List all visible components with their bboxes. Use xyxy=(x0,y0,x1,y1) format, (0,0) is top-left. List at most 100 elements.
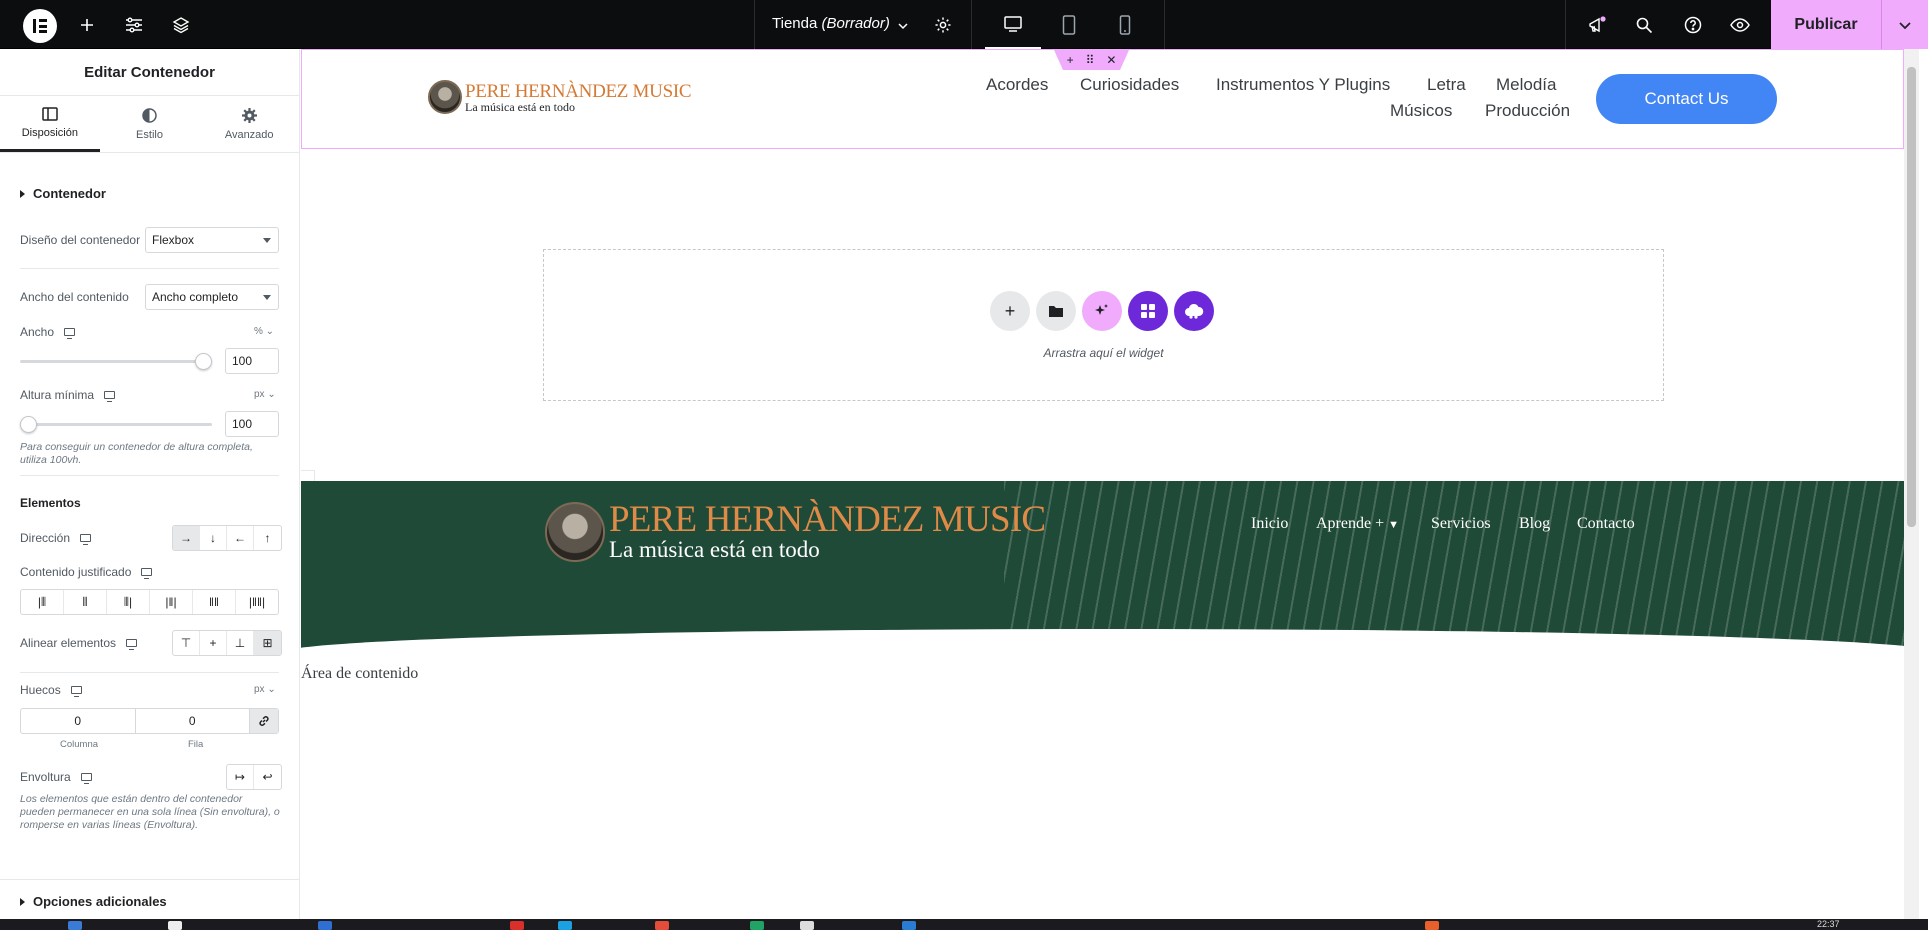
footer-nav-blog[interactable]: Blog xyxy=(1519,515,1550,533)
editor-panel: Editar Contenedor Disposición Estilo Ava… xyxy=(0,49,300,930)
taskbar-app-icon[interactable] xyxy=(902,921,916,930)
structure-layers-icon[interactable] xyxy=(168,12,194,38)
taskbar-app-icon[interactable] xyxy=(1425,921,1439,930)
taskbar-app-icon[interactable] xyxy=(750,921,764,930)
taskbar-app-icon[interactable] xyxy=(510,921,524,930)
publish-button[interactable]: Publicar xyxy=(1771,0,1881,49)
direction-row-arrow-right-icon[interactable]: → xyxy=(173,526,200,550)
footer-nav-servicios[interactable]: Servicios xyxy=(1431,515,1491,533)
direction-row-reverse-arrow-left-icon[interactable]: ← xyxy=(227,526,254,550)
taskbar-app-icon[interactable] xyxy=(800,921,814,930)
slider-handle[interactable] xyxy=(20,416,37,433)
gap-column-input[interactable]: 0 xyxy=(21,709,136,733)
chevron-down-icon[interactable] xyxy=(890,13,916,39)
tab-layout[interactable]: Disposición xyxy=(0,96,100,152)
justify-space-between-icon[interactable]: |‖| xyxy=(150,590,193,614)
elementor-logo-icon[interactable] xyxy=(23,9,57,43)
min-height-input[interactable]: 100 xyxy=(225,411,279,437)
footer-hero-banner: PERE HERNÀNDEZ MUSIC La música está en t… xyxy=(301,481,1904,667)
close-icon[interactable]: ✕ xyxy=(1106,53,1116,67)
width-input[interactable]: 100 xyxy=(225,348,279,374)
ai-sparkle-icon[interactable] xyxy=(1082,291,1122,331)
justify-start-icon[interactable]: |⫴ xyxy=(21,590,64,614)
kit-library-grid-icon[interactable] xyxy=(1128,291,1168,331)
canvas-scrollbar[interactable] xyxy=(1904,49,1919,919)
content-width-select[interactable]: Ancho completo xyxy=(145,284,279,310)
add-element-icon[interactable] xyxy=(74,12,100,38)
widget-drop-zone[interactable]: + Arrastra aquí el widget xyxy=(543,249,1664,401)
desktop-icon xyxy=(70,686,82,697)
justify-space-around-icon[interactable]: ‖‖ xyxy=(193,590,236,614)
scrollbar-thumb[interactable] xyxy=(1907,67,1916,527)
help-icon[interactable] xyxy=(1680,12,1706,38)
gaps-unit-select[interactable]: px ⌄ xyxy=(254,684,276,695)
width-slider[interactable] xyxy=(20,353,212,370)
additional-options-section[interactable]: Opciones adicionales xyxy=(0,879,300,921)
tab-advanced[interactable]: Avanzado xyxy=(199,96,299,152)
tab-label: Estilo xyxy=(136,128,163,141)
add-section-plus-icon[interactable]: + xyxy=(990,291,1030,331)
footer-nav-aprende[interactable]: Aprende + ▼ xyxy=(1316,515,1399,533)
footer-nav-contacto[interactable]: Contacto xyxy=(1577,515,1635,533)
nav-link-melodia[interactable]: Melodía xyxy=(1496,75,1556,95)
nav-link-letra[interactable]: Letra xyxy=(1427,75,1466,95)
nav-link-musicos[interactable]: Músicos xyxy=(1390,101,1452,121)
nav-link-instrumentos[interactable]: Instrumentos Y Plugins xyxy=(1216,75,1390,95)
container-layout-select[interactable]: Flexbox xyxy=(145,227,279,253)
slider-handle[interactable] xyxy=(195,353,212,370)
desktop-icon xyxy=(104,391,116,402)
footer-logo[interactable]: PERE HERNÀNDEZ MUSIC La música está en t… xyxy=(545,501,1046,562)
tablet-view-icon[interactable] xyxy=(1041,0,1097,49)
publish-options-chevron-icon[interactable] xyxy=(1881,0,1928,49)
taskbar-app-icon[interactable] xyxy=(168,921,182,930)
search-icon[interactable] xyxy=(1631,12,1657,38)
additional-options-toggle[interactable]: Opciones adicionales xyxy=(20,894,167,909)
link-values-icon[interactable] xyxy=(250,709,278,733)
align-stretch-icon[interactable]: ⊞ xyxy=(254,631,281,655)
direction-buttons: → ↓ ← ↑ xyxy=(172,525,282,551)
taskbar-app-icon[interactable] xyxy=(68,921,82,930)
min-height-unit-select[interactable]: px ⌄ xyxy=(254,389,276,400)
add-container-icon[interactable]: + xyxy=(1067,53,1074,67)
no-wrap-icon[interactable]: ↦ xyxy=(227,765,254,789)
cloud-templates-icon[interactable] xyxy=(1174,291,1214,331)
template-library-folder-icon[interactable] xyxy=(1036,291,1076,331)
taskbar-app-icon[interactable] xyxy=(558,921,572,930)
wrap-icon[interactable]: ↩ xyxy=(254,765,281,789)
contact-us-button[interactable]: Contact Us xyxy=(1596,74,1777,124)
preview-eye-icon[interactable] xyxy=(1727,12,1753,38)
justify-end-icon[interactable]: ⫴| xyxy=(107,590,150,614)
document-title[interactable]: Tienda (Borrador) xyxy=(772,15,890,32)
gap-row-input[interactable]: 0 xyxy=(136,709,250,733)
align-end-icon[interactable]: ⊥ xyxy=(227,631,254,655)
style-half-circle-icon xyxy=(142,107,157,123)
taskbar-app-icon[interactable] xyxy=(655,921,669,930)
site-settings-icon[interactable] xyxy=(121,12,147,38)
desktop-view-icon[interactable] xyxy=(985,0,1041,49)
align-center-icon[interactable]: + xyxy=(200,631,227,655)
nav-link-produccion[interactable]: Producción xyxy=(1485,101,1570,121)
container-handle[interactable]: + ⠿ ✕ xyxy=(1054,50,1129,70)
width-unit-select[interactable]: % ⌄ xyxy=(254,326,274,337)
page-settings-gear-icon[interactable] xyxy=(930,12,956,38)
direction-column-reverse-arrow-up-icon[interactable]: ↑ xyxy=(254,526,281,550)
mobile-view-icon[interactable] xyxy=(1097,0,1153,49)
drag-handle-icon[interactable]: ⠿ xyxy=(1086,53,1095,67)
section-container-toggle[interactable]: Contenedor xyxy=(20,186,106,201)
align-start-icon[interactable]: ⊤ xyxy=(173,631,200,655)
divider xyxy=(20,475,279,476)
header-container[interactable]: + ⠿ ✕ PERE HERNÀNDEZ MUSIC La música est… xyxy=(301,49,1904,149)
nav-link-acordes[interactable]: Acordes xyxy=(986,75,1048,95)
site-logo[interactable]: PERE HERNÀNDEZ MUSIC La música está en t… xyxy=(428,80,692,114)
footer-nav-inicio[interactable]: Inicio xyxy=(1251,515,1288,533)
whats-new-megaphone-icon[interactable] xyxy=(1584,12,1610,38)
min-height-slider[interactable] xyxy=(20,416,212,433)
tab-style[interactable]: Estilo xyxy=(100,96,200,152)
taskbar-app-icon[interactable] xyxy=(318,921,332,930)
direction-column-arrow-down-icon[interactable]: ↓ xyxy=(200,526,227,550)
justify-center-icon[interactable]: ⫴ xyxy=(64,590,107,614)
nav-link-curiosidades[interactable]: Curiosidades xyxy=(1080,75,1179,95)
justify-space-evenly-icon[interactable]: |‖‖| xyxy=(236,590,278,614)
justify-content-label: Contenido justificado xyxy=(20,565,153,579)
divider xyxy=(20,268,279,269)
